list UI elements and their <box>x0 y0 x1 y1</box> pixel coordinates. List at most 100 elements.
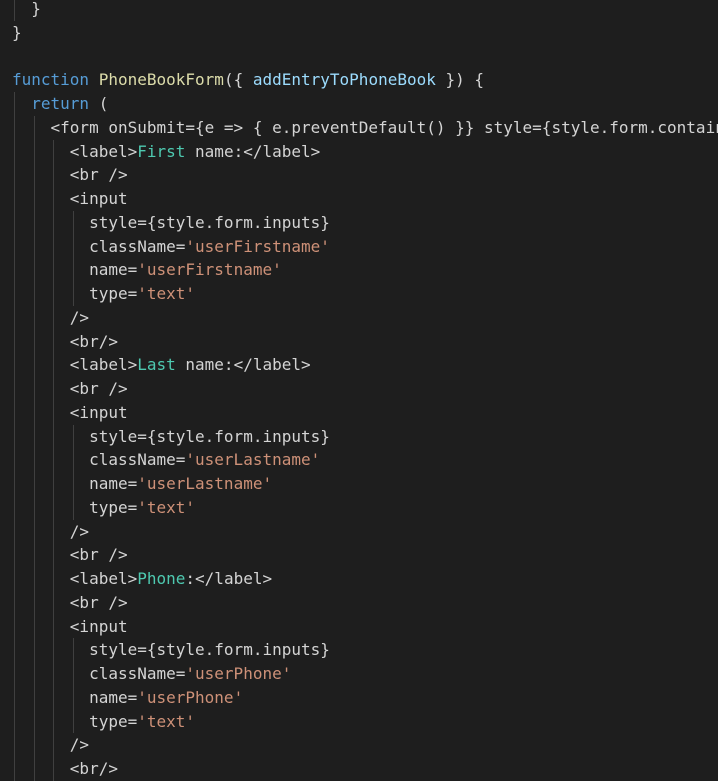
code-token-plain: type= <box>89 497 138 517</box>
indent-guide <box>33 282 35 306</box>
code-token-plain: className= <box>89 450 186 470</box>
indent-guide <box>14 757 15 781</box>
code-line[interactable] <box>0 45 718 69</box>
code-token-plain: type= <box>89 284 138 303</box>
code-line[interactable]: style={style.form.inputs} <box>0 210 718 235</box>
indent-guide <box>53 757 54 781</box>
indent-guide <box>53 163 54 187</box>
code-line[interactable]: style={style.form.inputs} <box>0 638 718 662</box>
indent-guide <box>14 614 15 639</box>
indent-guide <box>53 709 54 734</box>
indent-guide <box>33 329 35 354</box>
code-line[interactable]: <input <box>0 400 718 425</box>
indent-guide <box>72 282 74 306</box>
code-token-text: First <box>137 141 186 161</box>
code-line[interactable]: <input <box>0 187 718 211</box>
code-token-plain: style={style.form.inputs} <box>89 212 330 232</box>
indent-guide <box>33 187 35 211</box>
indent-guide <box>14 353 15 377</box>
code-line[interactable]: <label>First name:</label> <box>0 139 718 164</box>
code-line[interactable]: className='userPhone' <box>0 662 718 686</box>
code-line[interactable]: <form onSubmit={e => { e.preventDefault(… <box>0 115 718 140</box>
code-line[interactable]: type='text' <box>0 282 718 306</box>
indent-guide <box>14 282 15 306</box>
indent-guide <box>14 163 15 187</box>
code-token-plain: <label> <box>69 569 138 588</box>
code-line[interactable]: name='userPhone' <box>0 685 718 710</box>
code-line[interactable]: /> <box>0 519 718 544</box>
indent-guide <box>72 258 74 282</box>
code-token-plain: <br/> <box>69 759 118 778</box>
indent-guide <box>53 400 54 425</box>
code-line[interactable]: className='userFirstname' <box>0 234 718 259</box>
code-line[interactable]: function PhoneBookForm({ addEntryToPhone… <box>0 68 718 92</box>
code-line[interactable]: <br /> <box>0 590 718 615</box>
indent-guide <box>72 685 74 710</box>
code-token-plain: <br/> <box>69 331 118 351</box>
code-line[interactable]: type='text' <box>0 495 718 520</box>
code-line[interactable]: className='userLastname' <box>0 448 718 472</box>
code-line[interactable]: name='userLastname' <box>0 472 718 496</box>
code-token-plain: <br /> <box>69 592 128 612</box>
code-editor[interactable]: }} function PhoneBookForm({ addEntryToPho… <box>0 0 718 781</box>
code-line[interactable]: <input <box>0 614 718 639</box>
code-area[interactable]: }} function PhoneBookForm({ addEntryToPho… <box>0 0 718 781</box>
indent-guide <box>53 305 54 330</box>
code-token-plain: <input <box>69 189 128 208</box>
code-line[interactable]: <label>Phone:</label> <box>0 567 718 591</box>
code-line[interactable]: /> <box>0 733 718 757</box>
indent-guide <box>72 662 74 686</box>
code-line[interactable]: /> <box>0 305 718 330</box>
indent-guide <box>33 733 35 757</box>
code-token-plain: /> <box>69 735 90 755</box>
code-token-plain: name= <box>89 687 138 707</box>
indent-guide <box>72 234 74 259</box>
indent-guide <box>53 590 54 615</box>
code-line[interactable]: type='text' <box>0 709 718 734</box>
code-token-plain: name:</label> <box>185 141 321 161</box>
indent-guide <box>33 258 35 282</box>
code-line[interactable]: <label>Last name:</label> <box>0 353 718 377</box>
indent-guide <box>14 0 15 21</box>
indent-guide <box>33 567 35 591</box>
indent-guide <box>14 638 15 662</box>
indent-guide <box>14 377 15 401</box>
code-line[interactable]: <br/> <box>0 757 718 781</box>
code-token-plain: style={style.form.inputs} <box>89 426 330 446</box>
code-line[interactable]: <br/> <box>0 329 718 354</box>
code-line[interactable]: style={style.form.inputs} <box>0 424 718 449</box>
code-line[interactable]: name='userFirstname' <box>0 258 718 282</box>
code-token-param: addEntryToPhoneBook <box>252 70 436 90</box>
code-line[interactable]: <br /> <box>0 543 718 567</box>
code-token-plain: <label> <box>69 355 138 375</box>
code-token-text: Last <box>137 355 176 375</box>
indent-guide <box>33 139 35 164</box>
code-token-plain: className= <box>89 664 186 683</box>
code-line[interactable]: <br /> <box>0 163 718 187</box>
indent-guide <box>72 424 74 449</box>
code-token-plain: ({ <box>223 70 253 90</box>
indent-guide <box>72 709 74 734</box>
indent-guide <box>14 139 15 164</box>
indent-guide <box>33 163 35 187</box>
code-line[interactable]: <br /> <box>0 377 718 401</box>
code-line[interactable]: } <box>0 21 718 45</box>
code-line[interactable]: return ( <box>0 92 718 116</box>
indent-guide <box>53 495 54 520</box>
code-line[interactable]: } <box>0 0 718 21</box>
indent-guide <box>72 448 74 472</box>
code-token-plain: ( <box>89 94 109 113</box>
indent-guide <box>33 377 35 401</box>
indent-guide <box>33 210 35 235</box>
